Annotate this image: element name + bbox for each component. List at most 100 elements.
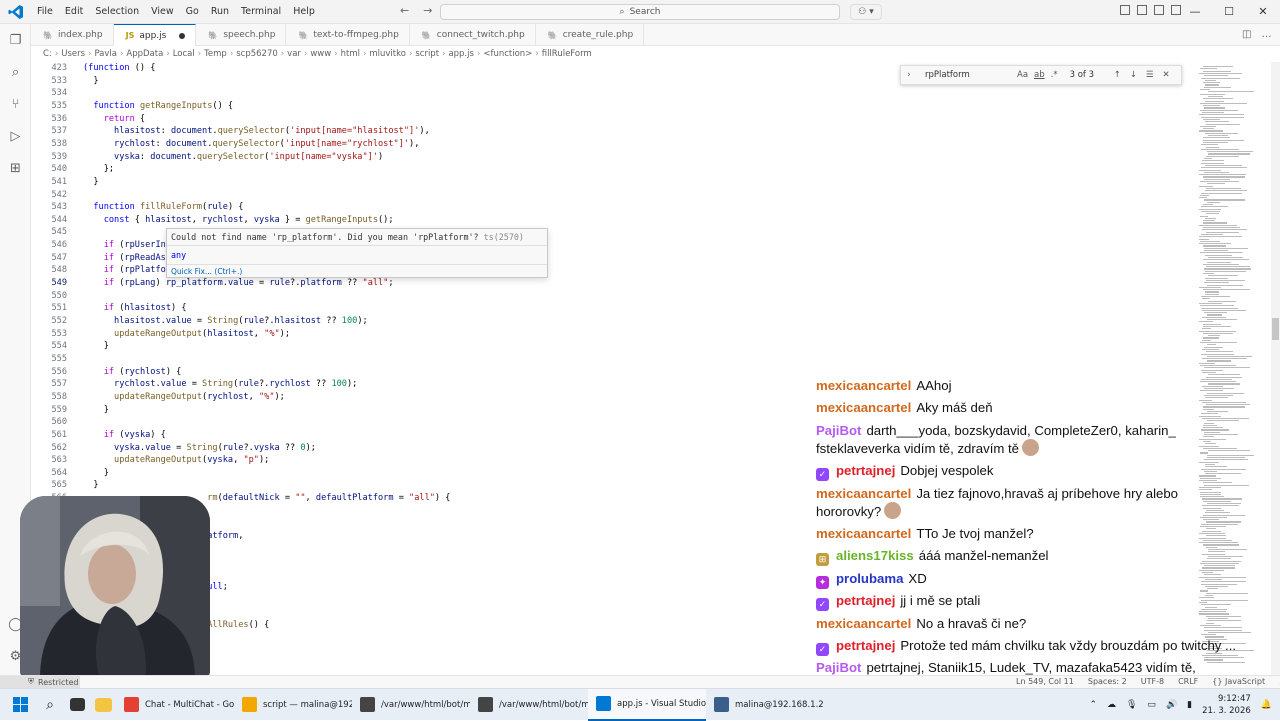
source-control-icon[interactable]: ⑂ — [7, 96, 24, 113]
line-ending[interactable]: CRLF — [1178, 677, 1198, 686]
chat-username[interactable]: PajiBot — [816, 660, 861, 675]
tab-index-php[interactable]: 🐘 index.php — [31, 24, 114, 46]
menu-view[interactable]: View — [145, 6, 180, 17]
menu-selection[interactable]: Selection — [89, 6, 145, 17]
chat-username[interactable]: mexicaancartel — [816, 400, 911, 415]
code-line[interactable]: 540 }; — [31, 163, 1191, 176]
code-line[interactable]: 543 function fillRuleForm(rule) { — [31, 201, 1191, 214]
breadcrumb-item[interactable]: var — [287, 49, 301, 59]
chat-username[interactable]: prolubama — [836, 571, 903, 586]
find-in-selection-icon[interactable]: ☰ — [1146, 70, 1154, 80]
chat-username[interactable]: petrtajnej — [836, 463, 895, 478]
code-line[interactable]: 551 if (hlasitost) { — [31, 302, 1191, 315]
clock[interactable]: 9:12:47 21. 3. 2026 — [1202, 693, 1251, 717]
scrollbar-thumb[interactable] — [1272, 318, 1279, 340]
taskbar-app[interactable]: /var/www/html/bot/ml — [352, 689, 470, 721]
tab-app-js[interactable]: JS app.js — [113, 24, 197, 46]
minimize-button[interactable]: — — [1178, 0, 1212, 24]
taskbar-app[interactable]: app.js - Visual Studio — [588, 688, 706, 721]
tab-text-to-ffmpeg-php[interactable]: 🐘 text-to-ffmpeg.php — [286, 24, 410, 46]
breadcrumb-item[interactable]: C: — [43, 49, 52, 59]
notification-center-icon[interactable]: 🔔 — [1261, 700, 1272, 710]
code-line[interactable]: 553 updateRangeOutput(hlasitost, "%"); — [31, 328, 1191, 341]
file-explorer-icon[interactable] — [95, 697, 112, 712]
code-line[interactable]: 554 } — [31, 340, 1191, 353]
split-editor-icon[interactable]: ◫ — [1242, 29, 1251, 40]
toggle-panel-bottom-icon[interactable] — [1154, 5, 1164, 15]
code-line[interactable]: 549 if (rpLang) rp_platform.value = rule… — [31, 277, 1191, 290]
chat-username[interactable]: PajiBot — [816, 423, 861, 438]
menu-terminal[interactable]: Terminal — [235, 6, 287, 17]
restricted-mode-indicator[interactable]: ⛨ Restricted — [0, 676, 80, 688]
chat-username[interactable]: mexicaancartel — [816, 526, 911, 541]
vertical-scrollbar[interactable] — [1271, 62, 1280, 675]
tab-create_rule-php[interactable]: 🐘 create_rule.php — [536, 24, 645, 46]
menu-go[interactable]: Go — [180, 6, 205, 17]
show-hidden-icons-icon[interactable]: ⌃ — [1089, 700, 1097, 710]
chat-username[interactable]: aliens17kiss — [836, 548, 914, 563]
chat-username[interactable]: mexicaancartel — [816, 486, 911, 501]
indentation[interactable]: Spaces: 2 — [1088, 677, 1127, 686]
code-line[interactable]: 555 — [31, 353, 1191, 366]
cursor-position[interactable]: Ln 549, Col 11 — [1016, 677, 1074, 686]
maximize-button[interactable]: ☐ — [1212, 0, 1246, 24]
menu-edit[interactable]: Edit — [59, 6, 89, 17]
explorer-icon[interactable]: ❐ — [7, 32, 24, 49]
battery-icon[interactable]: ▮ — [1187, 700, 1192, 710]
quick-fix-link[interactable]: Quick Fix... (Ctrl+.) — [171, 267, 242, 276]
match-word-toggle[interactable]: ab — [1034, 70, 1045, 80]
breadcrumb-item[interactable]: Pavla — [94, 49, 117, 59]
taskbar-app[interactable]: Chat - MultiChat - Goog — [116, 689, 234, 721]
back-arrow-icon[interactable]: ← — [400, 4, 409, 17]
volume-icon[interactable]: 🔊 — [1166, 700, 1177, 710]
tab-connect_twitch-php[interactable]: 🐘 connect_twitch.php — [410, 24, 536, 46]
breadcrumb-item[interactable]: mluvitko — [369, 49, 406, 59]
chat-username[interactable]: mexicaancartel — [816, 378, 911, 393]
next-match-icon[interactable]: ↓ — [1130, 70, 1137, 80]
forward-arrow-icon[interactable]: → — [423, 4, 432, 17]
breadcrumb-item[interactable]: Temp — [204, 49, 227, 59]
taskbar-app[interactable]: malina@192.168.1.200 — [706, 689, 824, 721]
code-line[interactable]: 538 rychlost: document.querySelector('in… — [31, 138, 1191, 151]
breadcrumb-item[interactable]: scp56270 — [236, 49, 278, 59]
more-actions-icon[interactable]: … — [1261, 29, 1271, 40]
regex-toggle[interactable]: .* — [1051, 70, 1058, 80]
task-view-icon[interactable] — [70, 698, 85, 711]
taskbar-app[interactable]: script — malina@192.168 — [234, 689, 352, 721]
menu-run[interactable]: Run — [205, 6, 235, 17]
breadcrumb-item[interactable]: fillRuleForm — [542, 49, 592, 59]
search-icon[interactable]: ⌕ — [40, 695, 60, 715]
breadcrumb-item[interactable]: Users — [61, 49, 85, 59]
taskbar-app[interactable]: /var/www/html/bot/ml — [470, 689, 588, 721]
network-icon[interactable]: ▭ — [1147, 700, 1156, 710]
code-line[interactable]: 536 return { — [31, 113, 1191, 126]
previous-match-icon[interactable]: ↑ — [1114, 70, 1121, 80]
find-input[interactable]: rpPlatform — [917, 70, 1017, 80]
code-line[interactable]: 550 — [31, 290, 1191, 303]
chat-username[interactable]: petrtajnej — [836, 593, 895, 608]
breadcrumb-item[interactable]: app.js — [448, 49, 474, 59]
code-line[interactable]: 537 hlasitost: document.querySelector('i… — [31, 125, 1191, 138]
microphone-icon[interactable]: 🎙 — [1126, 700, 1137, 710]
chat-username[interactable]: petrtajnej — [836, 638, 895, 653]
menu-help[interactable]: Help — [287, 6, 321, 17]
chat-username[interactable]: mexicaancartel — [816, 616, 911, 631]
breadcrumb-item[interactable]: AppData — [126, 49, 163, 59]
unsaved-dot-icon[interactable] — [179, 32, 186, 39]
code-line[interactable]: 542 — [31, 189, 1191, 202]
breadcrumb-item[interactable]: www — [310, 49, 331, 59]
command-center[interactable]: ⌕ Search — [440, 4, 840, 20]
code-line[interactable]: 534 — [31, 87, 1191, 100]
code-line[interactable]: 552 hlasitost.value = String(rule?.hlasi… — [31, 315, 1191, 328]
tab-speech-php[interactable]: 🐘 speech.php — [196, 24, 287, 46]
extensions-icon[interactable]: ⊞ — [7, 160, 24, 177]
code-line[interactable]: 539 vyska: document.querySelector('input… — [31, 151, 1191, 164]
toggle-panel-icon[interactable] — [1120, 5, 1130, 15]
menu-file[interactable]: File — [31, 6, 59, 17]
breadcrumb-item[interactable]: html — [341, 49, 360, 59]
code-line[interactable]: 535 function getRangeInputs() { — [31, 100, 1191, 113]
run-debug-icon[interactable]: ▷ — [7, 128, 24, 145]
toggle-replace-icon[interactable]: › — [901, 70, 917, 80]
match-case-toggle[interactable]: Aa — [1017, 70, 1028, 80]
code-line[interactable]: 544 const { hlasitost, rychlost, vyska }… — [31, 214, 1191, 227]
